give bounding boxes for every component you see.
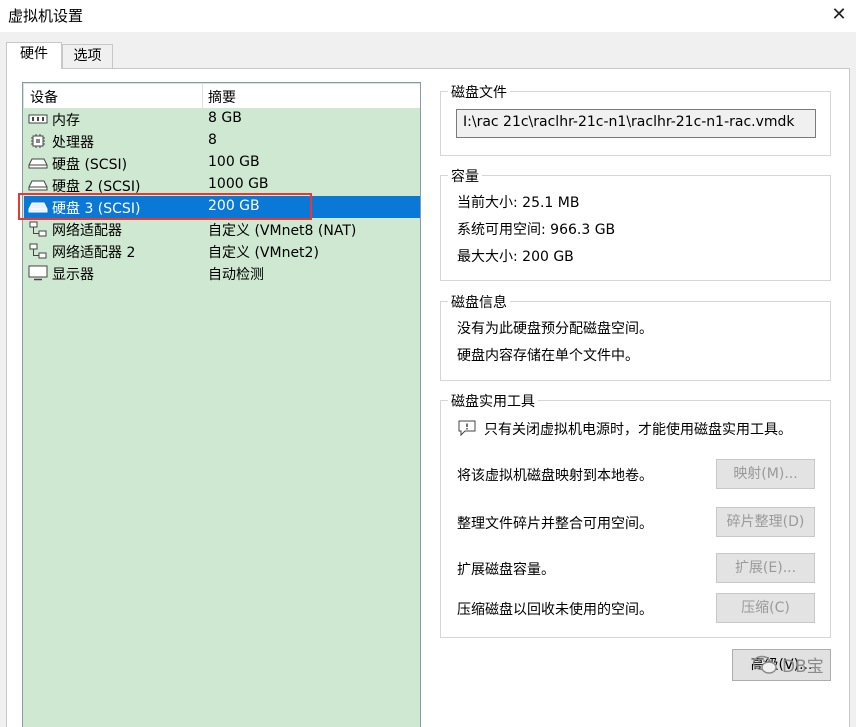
disk-utilities-label: 磁盘实用工具: [448, 391, 538, 411]
harddisk-icon: [28, 158, 48, 169]
watermark: DB宝: [752, 652, 852, 677]
processor-icon: [31, 134, 45, 148]
disk-info-label: 磁盘信息: [448, 292, 510, 312]
expand-description: 扩展磁盘容量。: [457, 562, 555, 578]
device-name: 网络适配器 2: [52, 245, 136, 261]
device-row-network-1[interactable]: 网络适配器 自定义 (VMnet8 (NAT): [24, 218, 420, 240]
disk-info-line1: 没有为此硬盘预分配磁盘空间。: [457, 321, 653, 337]
title-bar: 虚拟机设置 ✕: [0, 0, 856, 32]
device-row-network-2[interactable]: 网络适配器 2 自定义 (VMnet2): [24, 240, 420, 262]
device-summary: 自定义 (VMnet8 (NAT): [208, 223, 357, 239]
device-row-memory[interactable]: 内存 8 GB: [24, 108, 420, 130]
device-list-header: 设备 摘要: [24, 84, 420, 108]
network-icon: [29, 221, 47, 237]
defragment-button[interactable]: 碎片整理(D): [716, 507, 815, 537]
device-name: 显示器: [52, 267, 94, 283]
device-summary: 8 GB: [208, 110, 242, 126]
window-title: 虚拟机设置: [8, 7, 84, 25]
map-button[interactable]: 映射(M)...: [716, 459, 815, 489]
memory-icon: [28, 114, 48, 124]
network-icon: [29, 243, 47, 259]
compact-description: 压缩磁盘以回收未使用的空间。: [457, 602, 653, 618]
device-summary: 1000 GB: [208, 176, 269, 192]
system-free-space-text: 系统可用空间: 966.3 GB: [457, 222, 616, 238]
display-icon: [28, 265, 48, 281]
wechat-icon: [752, 655, 777, 674]
harddisk-icon: [28, 202, 48, 213]
device-name: 处理器: [52, 135, 94, 151]
column-header-device[interactable]: 设备: [30, 87, 58, 107]
compact-button[interactable]: 压缩(C): [716, 593, 815, 623]
disk-info-line2: 硬盘内容存储在单个文件中。: [457, 348, 639, 364]
column-divider[interactable]: [202, 84, 203, 108]
disk-file-label: 磁盘文件: [448, 82, 510, 102]
device-summary: 100 GB: [208, 154, 260, 170]
device-summary: 8: [208, 132, 217, 148]
device-row-harddisk-2[interactable]: 硬盘 2 (SCSI) 1000 GB: [24, 174, 420, 196]
device-summary: 200 GB: [208, 198, 260, 214]
disk-file-path-field[interactable]: I:\rac 21c\raclhr-21c-n1\raclhr-21c-n1-r…: [456, 109, 816, 138]
map-description: 将该虚拟机磁盘映射到本地卷。: [457, 468, 653, 484]
device-summary: 自定义 (VMnet2): [208, 245, 319, 261]
harddisk-icon: [28, 180, 48, 191]
close-icon[interactable]: ✕: [824, 1, 854, 29]
column-header-summary[interactable]: 摘要: [208, 87, 236, 107]
tab-hardware[interactable]: 硬件: [6, 42, 62, 69]
device-name: 硬盘 (SCSI): [52, 157, 128, 173]
watermark-text: DB宝: [782, 657, 824, 677]
max-size-text: 最大大小: 200 GB: [457, 249, 574, 265]
device-name: 硬盘 2 (SCSI): [52, 179, 141, 195]
expand-button[interactable]: 扩展(E)...: [716, 553, 815, 583]
device-list[interactable]: 设备 摘要 内存 8 GB 处理器 8 硬盘 (SCSI) 100 GB 硬盘 …: [22, 82, 421, 727]
capacity-label: 容量: [448, 166, 482, 186]
device-name: 网络适配器: [52, 223, 122, 239]
device-row-harddisk-1[interactable]: 硬盘 (SCSI) 100 GB: [24, 152, 420, 174]
current-size-text: 当前大小: 25.1 MB: [457, 195, 580, 211]
utilities-notice-text: 只有关闭虚拟机电源时，才能使用磁盘实用工具。: [484, 422, 792, 438]
disk-info-group: [440, 301, 831, 381]
tab-options[interactable]: 选项: [62, 44, 113, 68]
device-row-harddisk-3[interactable]: 硬盘 3 (SCSI) 200 GB: [24, 196, 420, 218]
device-name: 硬盘 3 (SCSI): [52, 201, 141, 217]
device-row-display[interactable]: 显示器 自动检测: [24, 262, 420, 284]
device-row-processor[interactable]: 处理器 8: [24, 130, 420, 152]
info-notice-icon: [458, 420, 476, 437]
device-name: 内存: [52, 113, 80, 129]
defrag-description: 整理文件碎片并整合可用空间。: [457, 516, 653, 532]
device-summary: 自动检测: [208, 267, 264, 283]
